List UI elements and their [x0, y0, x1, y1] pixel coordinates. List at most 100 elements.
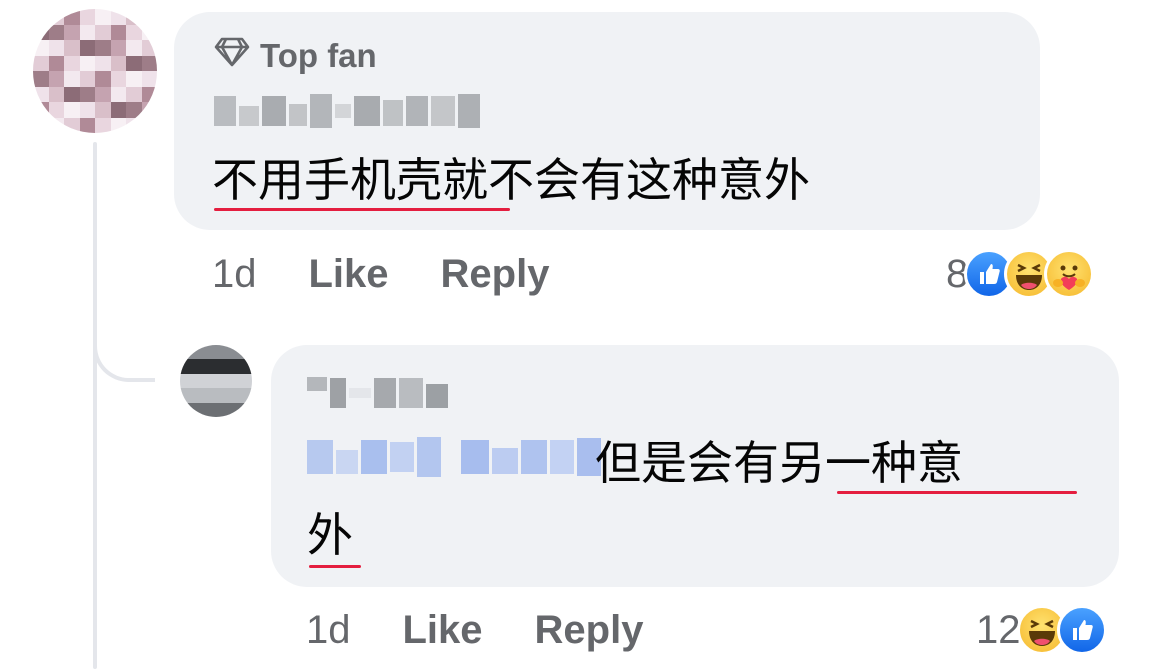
diamond-icon — [214, 37, 250, 75]
avatar-pixel — [126, 86, 142, 102]
avatar-pixel — [64, 117, 80, 133]
commenter-name-blurred[interactable] — [214, 94, 480, 128]
avatar-pixel — [33, 117, 49, 133]
care-icon — [1044, 249, 1095, 299]
avatar-pixel — [180, 388, 195, 403]
avatar-pixel — [194, 388, 209, 403]
avatar-pixel — [126, 9, 142, 25]
reply-timestamp[interactable]: 1d — [306, 608, 351, 653]
avatar-pixel — [141, 55, 157, 71]
avatar-pixel — [126, 55, 142, 71]
thread-line — [93, 142, 97, 669]
reply-reaction-summary[interactable]: 12 — [976, 602, 1107, 658]
avatar-pixel — [33, 86, 49, 102]
avatar-pixel — [194, 345, 209, 360]
avatar-pixel — [95, 71, 111, 87]
avatar-pixel — [64, 102, 80, 118]
avatar-pixel — [141, 86, 157, 102]
avatar-pixel — [110, 102, 126, 118]
avatar-pixel — [237, 359, 252, 374]
avatar-pixel — [194, 373, 209, 389]
avatar-pixel — [208, 388, 224, 403]
avatar-pixel — [79, 24, 95, 40]
avatar-pixel — [95, 117, 111, 133]
avatar-pixel — [64, 9, 80, 25]
avatar-pixel — [110, 24, 126, 40]
avatar-pixel — [79, 86, 95, 102]
reply-reply-button[interactable]: Reply — [535, 608, 644, 653]
avatar-pixel — [95, 9, 111, 25]
replier-avatar[interactable] — [180, 345, 252, 417]
avatar-pixel — [79, 71, 95, 87]
reply-reaction-count: 12 — [976, 607, 1021, 652]
mentioned-name-tag[interactable] — [307, 437, 601, 477]
avatar-pixel — [208, 345, 224, 360]
avatar-pixel — [110, 71, 126, 87]
like-icon — [1056, 605, 1107, 655]
spellcheck-underline — [309, 565, 361, 568]
avatar-pixel — [33, 71, 49, 87]
comment-timestamp[interactable]: 1d — [212, 252, 257, 297]
reply-button[interactable]: Reply — [441, 252, 550, 297]
avatar-pixel — [223, 388, 238, 403]
avatar-pixel — [48, 24, 64, 40]
reply-text-line2: 外 — [307, 508, 353, 562]
avatar-pixel — [141, 24, 157, 40]
avatar-pixel — [180, 402, 195, 417]
avatar-pixel — [208, 359, 224, 374]
reply-like-button[interactable]: Like — [403, 608, 483, 653]
avatar-pixel — [95, 55, 111, 71]
avatar-pixel — [110, 55, 126, 71]
avatar-pixel — [79, 117, 95, 133]
avatar-pixel — [110, 86, 126, 102]
comment-actions: 1d Like Reply — [212, 246, 549, 302]
avatar-pixel — [48, 102, 64, 118]
avatar-pixel — [223, 359, 238, 374]
avatar-pixel — [223, 373, 238, 389]
avatar-pixel — [48, 40, 64, 56]
avatar-pixel — [194, 359, 209, 374]
reaction-summary[interactable]: 8 — [946, 246, 1095, 302]
avatar-pixel — [180, 345, 195, 360]
avatar-pixel — [237, 388, 252, 403]
avatar-pixel — [95, 86, 111, 102]
avatar-pixel — [141, 40, 157, 56]
avatar-pixel — [64, 40, 80, 56]
top-fan-badge: Top fan — [214, 36, 377, 76]
avatar-pixel — [141, 117, 157, 133]
comment-bubble: Top fan 不用手机壳就不会有这种意外 — [174, 12, 1040, 230]
comment-text: 不用手机壳就不会有这种意外 — [212, 153, 810, 207]
commenter-avatar[interactable] — [33, 9, 157, 133]
avatar-pixel — [126, 24, 142, 40]
spellcheck-underline — [837, 491, 1077, 494]
avatar-pixel — [126, 71, 142, 87]
avatar-pixel — [126, 102, 142, 118]
avatar-pixel — [48, 117, 64, 133]
avatar-pixel — [79, 102, 95, 118]
avatar-pixel — [33, 40, 49, 56]
avatar-pixel — [223, 345, 238, 360]
avatar-pixel — [79, 9, 95, 25]
avatar-pixel — [64, 55, 80, 71]
avatar-pixel — [180, 373, 195, 389]
avatar-pixel — [194, 402, 209, 417]
avatar-pixel — [48, 71, 64, 87]
avatar-pixel — [208, 402, 224, 417]
avatar-pixel — [237, 345, 252, 360]
avatar-pixel — [48, 55, 64, 71]
avatar-pixel — [126, 117, 142, 133]
avatar-pixel — [126, 40, 142, 56]
thread-connector — [93, 300, 155, 382]
avatar-pixel — [79, 40, 95, 56]
avatar-pixel — [180, 359, 195, 374]
avatar-pixel — [110, 9, 126, 25]
avatar-pixel — [141, 102, 157, 118]
avatar-pixel — [33, 102, 49, 118]
avatar-pixel — [223, 402, 238, 417]
avatar-pixel — [237, 402, 252, 417]
avatar-pixel — [33, 24, 49, 40]
avatar-pixel — [33, 55, 49, 71]
replier-name-blurred[interactable] — [307, 377, 448, 409]
avatar-pixel — [64, 86, 80, 102]
like-button[interactable]: Like — [309, 252, 389, 297]
